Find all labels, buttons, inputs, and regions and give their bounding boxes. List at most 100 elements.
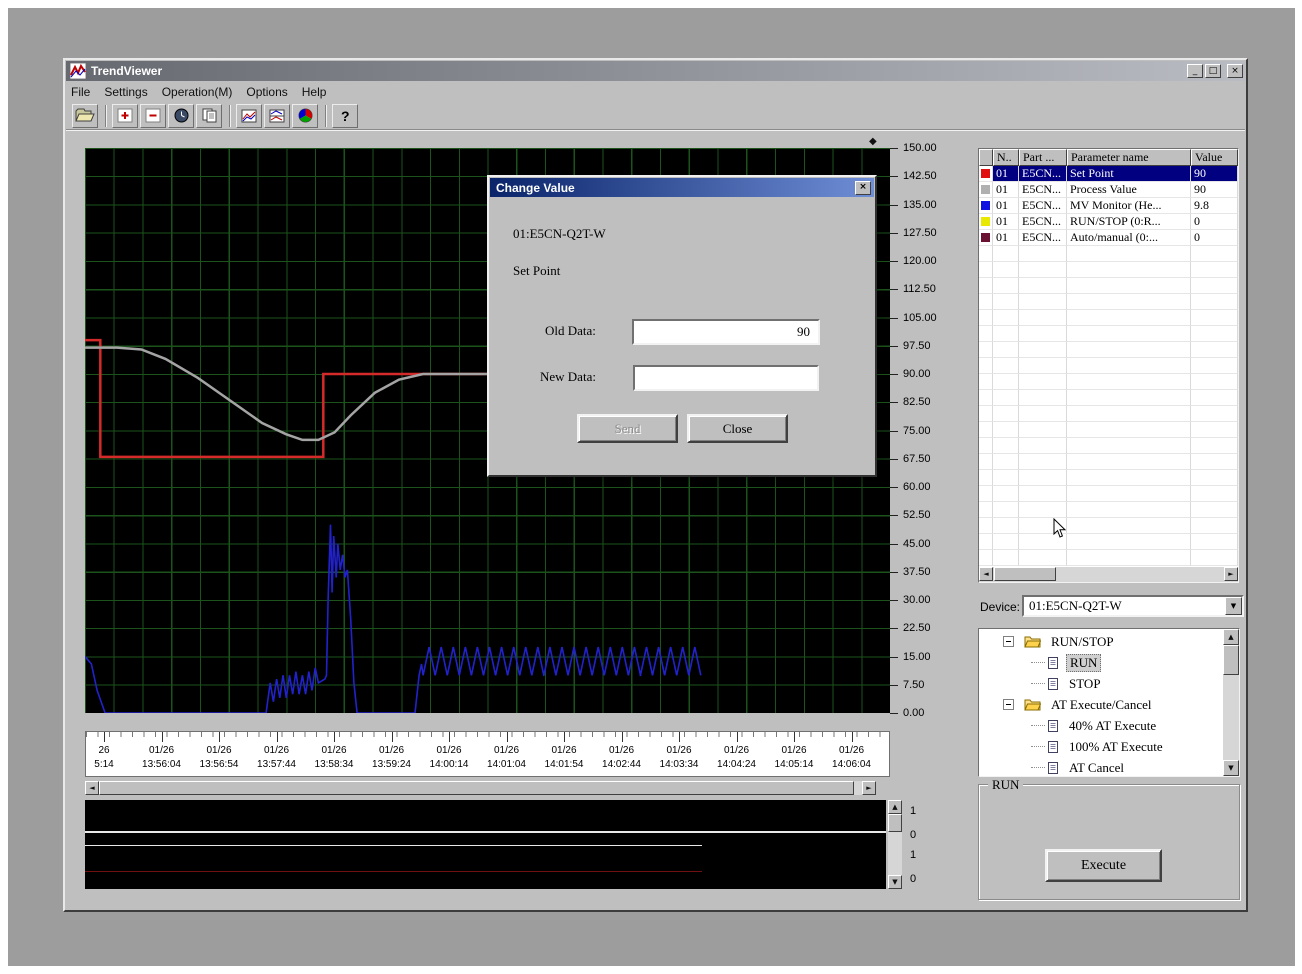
tree-item-100-at-execute[interactable]: 100% AT Execute: [979, 736, 1223, 757]
tree-item-run[interactable]: RUN: [979, 652, 1223, 673]
chart-position-marker-icon[interactable]: ◆: [869, 136, 877, 147]
time-axis-major-tick: [219, 732, 220, 742]
time-axis-label: 01/2614:02:44: [602, 744, 641, 772]
tree-collapse-icon[interactable]: [1003, 636, 1014, 647]
title-bar[interactable]: TrendViewer _ □ ×: [66, 61, 1245, 81]
tree-scrollbar-thumb[interactable]: [1223, 645, 1239, 675]
table-empty-row: [979, 262, 1238, 278]
table-row[interactable]: 01E5CN...Process Value90: [979, 182, 1238, 198]
time-axis-label: 01/2614:05:14: [775, 744, 814, 772]
table-scroll-left-icon[interactable]: ◄: [979, 567, 993, 581]
time-axis-major-tick: [679, 732, 680, 742]
table-header-part[interactable]: Part ...: [1019, 149, 1067, 166]
zoom-in-icon[interactable]: [112, 104, 138, 128]
colors-icon[interactable]: [292, 104, 318, 128]
scroll-right-icon[interactable]: ►: [862, 781, 876, 795]
open-file-icon[interactable]: [72, 104, 98, 128]
menu-item-options[interactable]: Options: [246, 83, 295, 101]
table-header-value[interactable]: Value: [1191, 149, 1238, 166]
tree-scroll-down-icon[interactable]: ▼: [1223, 760, 1239, 776]
table-empty-row: [979, 278, 1238, 294]
signal-line: [85, 831, 886, 833]
table-header-n[interactable]: N..: [993, 149, 1019, 166]
device-combo[interactable]: 01:E5CN-Q2T-W ▼: [1022, 595, 1244, 617]
tree-item-label: STOP: [1066, 676, 1104, 692]
table-row[interactable]: 01E5CN...Set Point90: [979, 166, 1238, 182]
send-button[interactable]: Send: [577, 414, 678, 443]
time-axis-major-tick: [852, 732, 853, 742]
tree-item-label: AT Execute/Cancel: [1048, 697, 1154, 713]
minimize-icon[interactable]: _: [1187, 64, 1203, 78]
command-tree: RUN/STOPRUN STOP AT Execute/Cancel 40% AT E…: [978, 628, 1240, 777]
tree-item-stop[interactable]: STOP: [979, 673, 1223, 694]
dialog-title-bar[interactable]: Change Value ×: [490, 178, 874, 197]
table-header: N..Part ...Parameter nameValue: [979, 149, 1238, 166]
y-axis-tick: 112.50: [890, 282, 936, 296]
table-empty-row: [979, 406, 1238, 422]
time-axis-major-tick: [507, 732, 508, 742]
copy-icon[interactable]: [196, 104, 222, 128]
scroll-left-icon[interactable]: ◄: [85, 781, 99, 795]
time-range-icon[interactable]: [168, 104, 194, 128]
menu-item-help[interactable]: Help: [302, 83, 335, 101]
tree-item-40-at-execute[interactable]: 40% AT Execute: [979, 715, 1223, 736]
tree-scroll-up-icon[interactable]: ▲: [1223, 629, 1239, 645]
table-row[interactable]: 01E5CN...RUN/STOP (0:R...0: [979, 214, 1238, 230]
old-data-label: Old Data:: [545, 323, 596, 339]
scroll-down-icon[interactable]: ▼: [888, 875, 902, 889]
close-icon[interactable]: ×: [1227, 64, 1243, 78]
device-label: Device:: [980, 600, 1020, 614]
restore-icon[interactable]: □: [1205, 64, 1221, 78]
time-scrollbar[interactable]: ◄ ►: [85, 781, 876, 795]
menu-item-operation-m[interactable]: Operation(M): [162, 83, 241, 101]
digital-axis-label: 1: [910, 804, 916, 818]
y-axis-tick: 150.00: [890, 141, 937, 155]
table-scrollbar[interactable]: ◄ ►: [979, 567, 1238, 582]
scroll-up-icon[interactable]: ▲: [888, 800, 902, 814]
tree-item-at-execute-cancel[interactable]: AT Execute/Cancel: [979, 694, 1223, 715]
y-axis-tick: 30.00: [890, 593, 931, 607]
tree-connector: [1031, 662, 1045, 663]
cell-part: E5CN...: [1019, 214, 1067, 230]
cell-no: 01: [993, 166, 1019, 182]
y-axis-tick: 7.50: [890, 678, 924, 692]
tree-scrollbar[interactable]: ▲ ▼: [1223, 629, 1239, 776]
time-axis-label: 01/2614:06:04: [832, 744, 871, 772]
new-data-input[interactable]: [633, 365, 819, 391]
close-dialog-button[interactable]: Close: [687, 414, 788, 443]
zoom-out-icon[interactable]: [140, 104, 166, 128]
table-header-parameter-name[interactable]: Parameter name: [1067, 149, 1191, 166]
menu-item-settings[interactable]: Settings: [104, 83, 155, 101]
execute-button[interactable]: Execute: [1045, 849, 1162, 882]
color-swatch-cell: [979, 214, 993, 230]
time-scrollbar-thumb[interactable]: [99, 781, 854, 795]
table-empty-row: [979, 518, 1238, 534]
y-axis-tick: 75.00: [890, 424, 931, 438]
table-header-swatch[interactable]: [979, 149, 993, 166]
table-row[interactable]: 01E5CN...MV Monitor (He...9.8: [979, 198, 1238, 214]
tree-item-at-cancel[interactable]: AT Cancel: [979, 757, 1223, 776]
toolbar: ?: [66, 102, 1245, 130]
tree-collapse-icon[interactable]: [1003, 699, 1014, 710]
table-scroll-right-icon[interactable]: ►: [1224, 567, 1238, 581]
dropdown-icon[interactable]: ▼: [1225, 597, 1242, 615]
trend-layout-icon[interactable]: [264, 104, 290, 128]
digital-scrollbar[interactable]: ▲ ▼: [888, 800, 902, 889]
table-row[interactable]: 01E5CN...Auto/manual (0:...0: [979, 230, 1238, 246]
document-icon: [1047, 719, 1059, 733]
help-icon[interactable]: ?: [332, 104, 358, 128]
cell-param: RUN/STOP (0:R...: [1067, 214, 1191, 230]
y-axis-tick: 22.50: [890, 621, 931, 635]
time-axis-major-tick: [737, 732, 738, 742]
tree-item-run-stop[interactable]: RUN/STOP: [979, 631, 1223, 652]
menu-item-file[interactable]: File: [71, 83, 98, 101]
y-axis-tick: 37.50: [890, 565, 931, 579]
digital-scrollbar-thumb[interactable]: [888, 814, 902, 832]
tree-connector: [1031, 683, 1045, 684]
time-axis-label: 265:14: [94, 744, 113, 772]
y-axis-tick: 135.00: [890, 198, 937, 212]
dialog-close-icon[interactable]: ×: [855, 181, 871, 195]
trend-view-icon[interactable]: [236, 104, 262, 128]
table-scrollbar-thumb[interactable]: [994, 567, 1056, 581]
app-window: TrendViewer _ □ × File Settings Operation(…: [63, 58, 1248, 912]
